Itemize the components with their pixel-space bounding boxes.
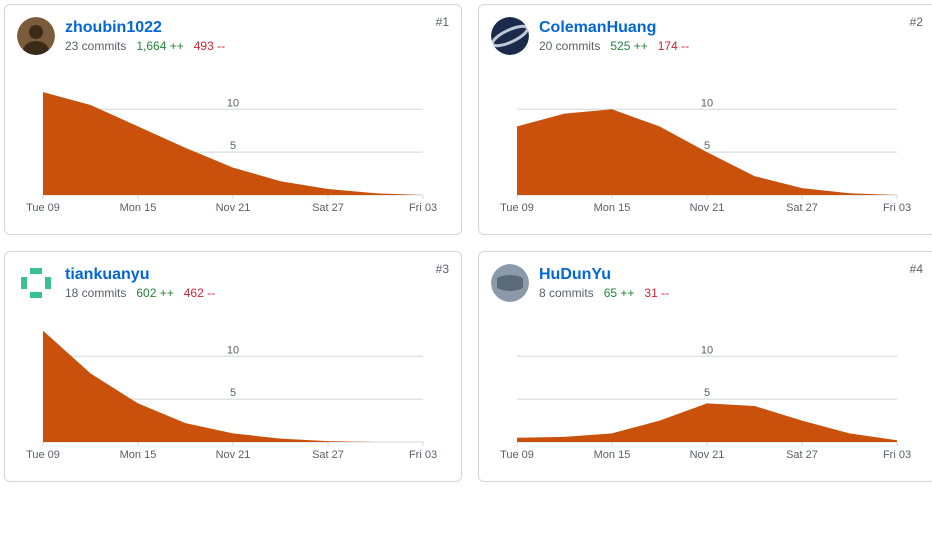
deletions-count: 493 --: [194, 39, 225, 53]
deletions-count: 31 --: [644, 286, 669, 300]
svg-text:Tue 09: Tue 09: [500, 202, 534, 214]
commit-count: 8 commits: [539, 286, 594, 300]
svg-text:Nov 21: Nov 21: [690, 449, 725, 461]
svg-text:Sat 27: Sat 27: [786, 202, 818, 214]
svg-text:Tue 09: Tue 09: [26, 202, 60, 214]
contributor-card-1: #1 zhoubin1022 23 commits 1,664 ++ 493 -…: [4, 4, 462, 235]
svg-text:5: 5: [704, 140, 710, 152]
svg-text:Sat 27: Sat 27: [312, 449, 344, 461]
rank-badge: #4: [910, 262, 923, 276]
rank-badge: #1: [436, 15, 449, 29]
svg-text:Mon 15: Mon 15: [120, 202, 157, 214]
card-header: tiankuanyu 18 commits 602 ++ 462 --: [17, 264, 449, 302]
commit-activity-chart: 5 10 Tue 09 Mon 15 Nov 21 Sat 27 Fri 03: [491, 314, 923, 464]
contributor-link[interactable]: tiankuanyu: [65, 266, 215, 284]
avatar-icon[interactable]: [17, 264, 55, 302]
rank-badge: #2: [910, 15, 923, 29]
svg-text:Tue 09: Tue 09: [500, 449, 534, 461]
avatar-icon[interactable]: [17, 17, 55, 55]
additions-count: 65 ++: [604, 286, 635, 300]
contributor-link[interactable]: HuDunYu: [539, 266, 669, 284]
rank-badge: #3: [436, 262, 449, 276]
svg-text:10: 10: [227, 344, 239, 356]
commit-count: 20 commits: [539, 39, 600, 53]
additions-count: 602 ++: [136, 286, 173, 300]
avatar-icon[interactable]: [491, 264, 529, 302]
commit-activity-chart: 5 10 Tue 09 Mon 15 Nov 21 Sat 27 Fri 03: [491, 67, 923, 217]
contributor-card-2: #2 ColemanHuang 20 commits 525 ++ 174 --…: [478, 4, 932, 235]
svg-text:Fri 03: Fri 03: [883, 449, 911, 461]
svg-text:10: 10: [227, 97, 239, 109]
contributor-link[interactable]: ColemanHuang: [539, 19, 689, 37]
svg-text:Sat 27: Sat 27: [312, 202, 344, 214]
svg-text:Sat 27: Sat 27: [786, 449, 818, 461]
svg-text:Fri 03: Fri 03: [883, 202, 911, 214]
contributor-card-3: #3 tiankuanyu 18 commits 602 ++ 462 -- 5…: [4, 251, 462, 482]
additions-count: 525 ++: [610, 39, 647, 53]
svg-text:Nov 21: Nov 21: [216, 449, 251, 461]
svg-text:Fri 03: Fri 03: [409, 449, 437, 461]
commit-count: 23 commits: [65, 39, 126, 53]
card-header: zhoubin1022 23 commits 1,664 ++ 493 --: [17, 17, 449, 55]
additions-count: 1,664 ++: [136, 39, 183, 53]
commit-activity-chart: 5 10 Tue 09 Mon 15 Nov 21 Sat 27 Fri 03: [17, 314, 449, 464]
svg-text:Mon 15: Mon 15: [594, 449, 631, 461]
contributor-card-4: #4 HuDunYu 8 commits 65 ++ 31 -- 5 10 Tue …: [478, 251, 932, 482]
card-header: ColemanHuang 20 commits 525 ++ 174 --: [491, 17, 923, 55]
contributors-grid: #1 zhoubin1022 23 commits 1,664 ++ 493 -…: [4, 4, 932, 482]
svg-text:5: 5: [230, 140, 236, 152]
svg-text:Mon 15: Mon 15: [120, 449, 157, 461]
deletions-count: 174 --: [658, 39, 689, 53]
svg-text:5: 5: [704, 387, 710, 399]
svg-text:10: 10: [701, 344, 713, 356]
contributor-link[interactable]: zhoubin1022: [65, 19, 225, 37]
card-header: HuDunYu 8 commits 65 ++ 31 --: [491, 264, 923, 302]
commit-count: 18 commits: [65, 286, 126, 300]
svg-text:10: 10: [701, 97, 713, 109]
deletions-count: 462 --: [184, 286, 215, 300]
avatar-icon[interactable]: [491, 17, 529, 55]
svg-text:5: 5: [230, 387, 236, 399]
svg-text:Mon 15: Mon 15: [594, 202, 631, 214]
svg-text:Tue 09: Tue 09: [26, 449, 60, 461]
svg-text:Nov 21: Nov 21: [690, 202, 725, 214]
svg-text:Nov 21: Nov 21: [216, 202, 251, 214]
svg-text:Fri 03: Fri 03: [409, 202, 437, 214]
commit-activity-chart: 5 10 Tue 09 Mon 15 Nov 21 Sat 27 Fri 03: [17, 67, 449, 217]
